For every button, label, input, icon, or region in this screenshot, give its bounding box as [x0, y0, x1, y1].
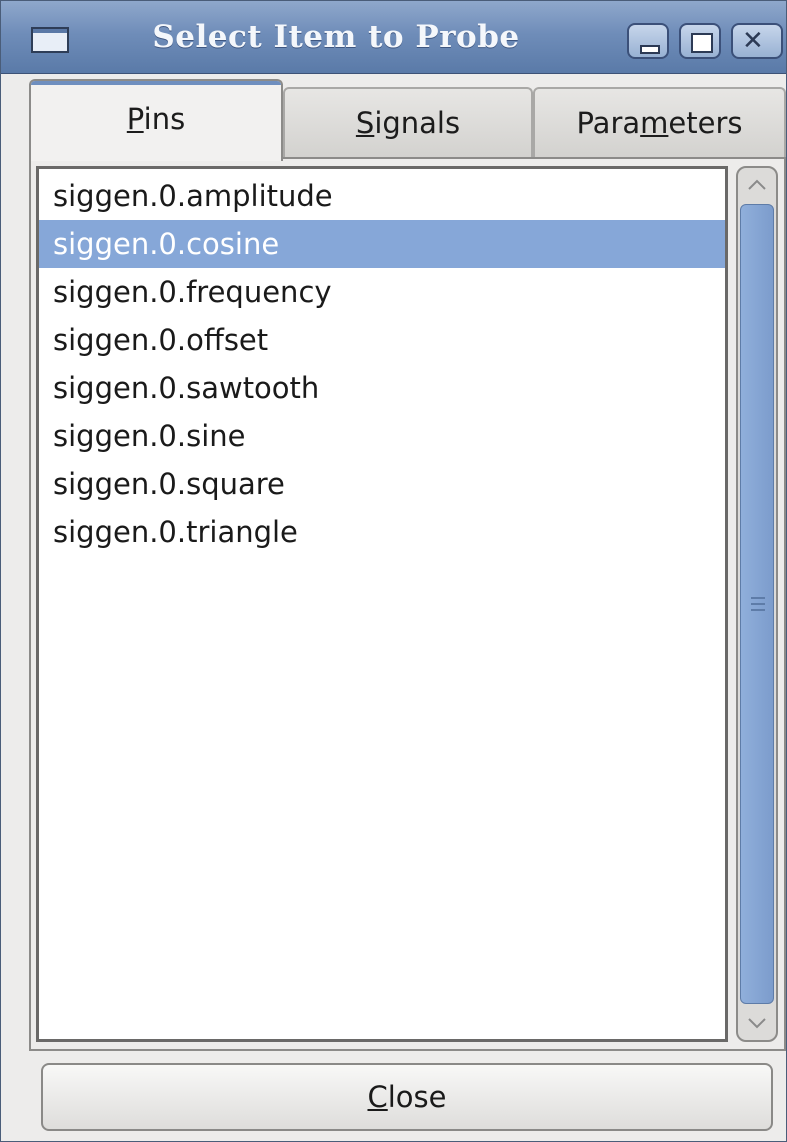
close-label: lose — [387, 1080, 447, 1114]
list-item[interactable]: siggen.0.triangle — [39, 508, 725, 556]
list-item[interactable]: siggen.0.frequency — [39, 268, 725, 316]
list-item[interactable]: siggen.0.sawtooth — [39, 364, 725, 412]
scroll-down-arrow-icon[interactable] — [738, 1006, 776, 1040]
close-icon: ✕ — [742, 26, 764, 56]
list-item[interactable]: siggen.0.offset — [39, 316, 725, 364]
tab-pins-mnemonic: P — [126, 102, 144, 136]
window-menu-icon[interactable] — [31, 27, 69, 53]
scroll-up-arrow-icon[interactable] — [738, 168, 776, 202]
close-window-button[interactable]: ✕ — [731, 23, 783, 59]
close-button[interactable]: Close — [41, 1063, 773, 1131]
tab-pins[interactable]: Pins — [29, 79, 283, 161]
tab-parameters-label: eters — [668, 106, 743, 140]
close-mnemonic: C — [367, 1080, 388, 1114]
tab-signals-label: ignals — [374, 106, 461, 140]
scroll-thumb[interactable] — [740, 204, 774, 1004]
list-item[interactable]: siggen.0.sine — [39, 412, 725, 460]
list-item[interactable]: siggen.0.amplitude — [39, 172, 725, 220]
tab-signals-mnemonic: S — [355, 106, 375, 140]
tab-parameters[interactable]: Parameters — [533, 87, 786, 157]
title-bar[interactable]: Select Item to Probe ✕ — [1, 1, 786, 74]
maximize-button[interactable] — [679, 23, 721, 59]
window-title: Select Item to Probe — [152, 19, 520, 55]
tab-parameters-mnemonic: m — [640, 106, 669, 140]
list-item-selected[interactable]: siggen.0.cosine — [39, 220, 725, 268]
probe-dialog-window: Select Item to Probe ✕ Pins Signals Para… — [0, 0, 787, 1142]
minimize-icon — [640, 45, 660, 54]
maximize-icon — [691, 33, 713, 53]
tab-signals[interactable]: Signals — [283, 87, 533, 157]
tab-parameters-label-pre: Para — [576, 106, 641, 140]
list-scrollbar[interactable] — [736, 166, 778, 1042]
minimize-button[interactable] — [627, 23, 669, 59]
tab-bar: Pins Signals Parameters — [29, 79, 786, 161]
pin-list[interactable]: siggen.0.amplitude siggen.0.cosine sigge… — [36, 166, 728, 1042]
tab-pins-label: ins — [143, 102, 186, 136]
grip-icon — [751, 597, 765, 611]
list-item[interactable]: siggen.0.square — [39, 460, 725, 508]
